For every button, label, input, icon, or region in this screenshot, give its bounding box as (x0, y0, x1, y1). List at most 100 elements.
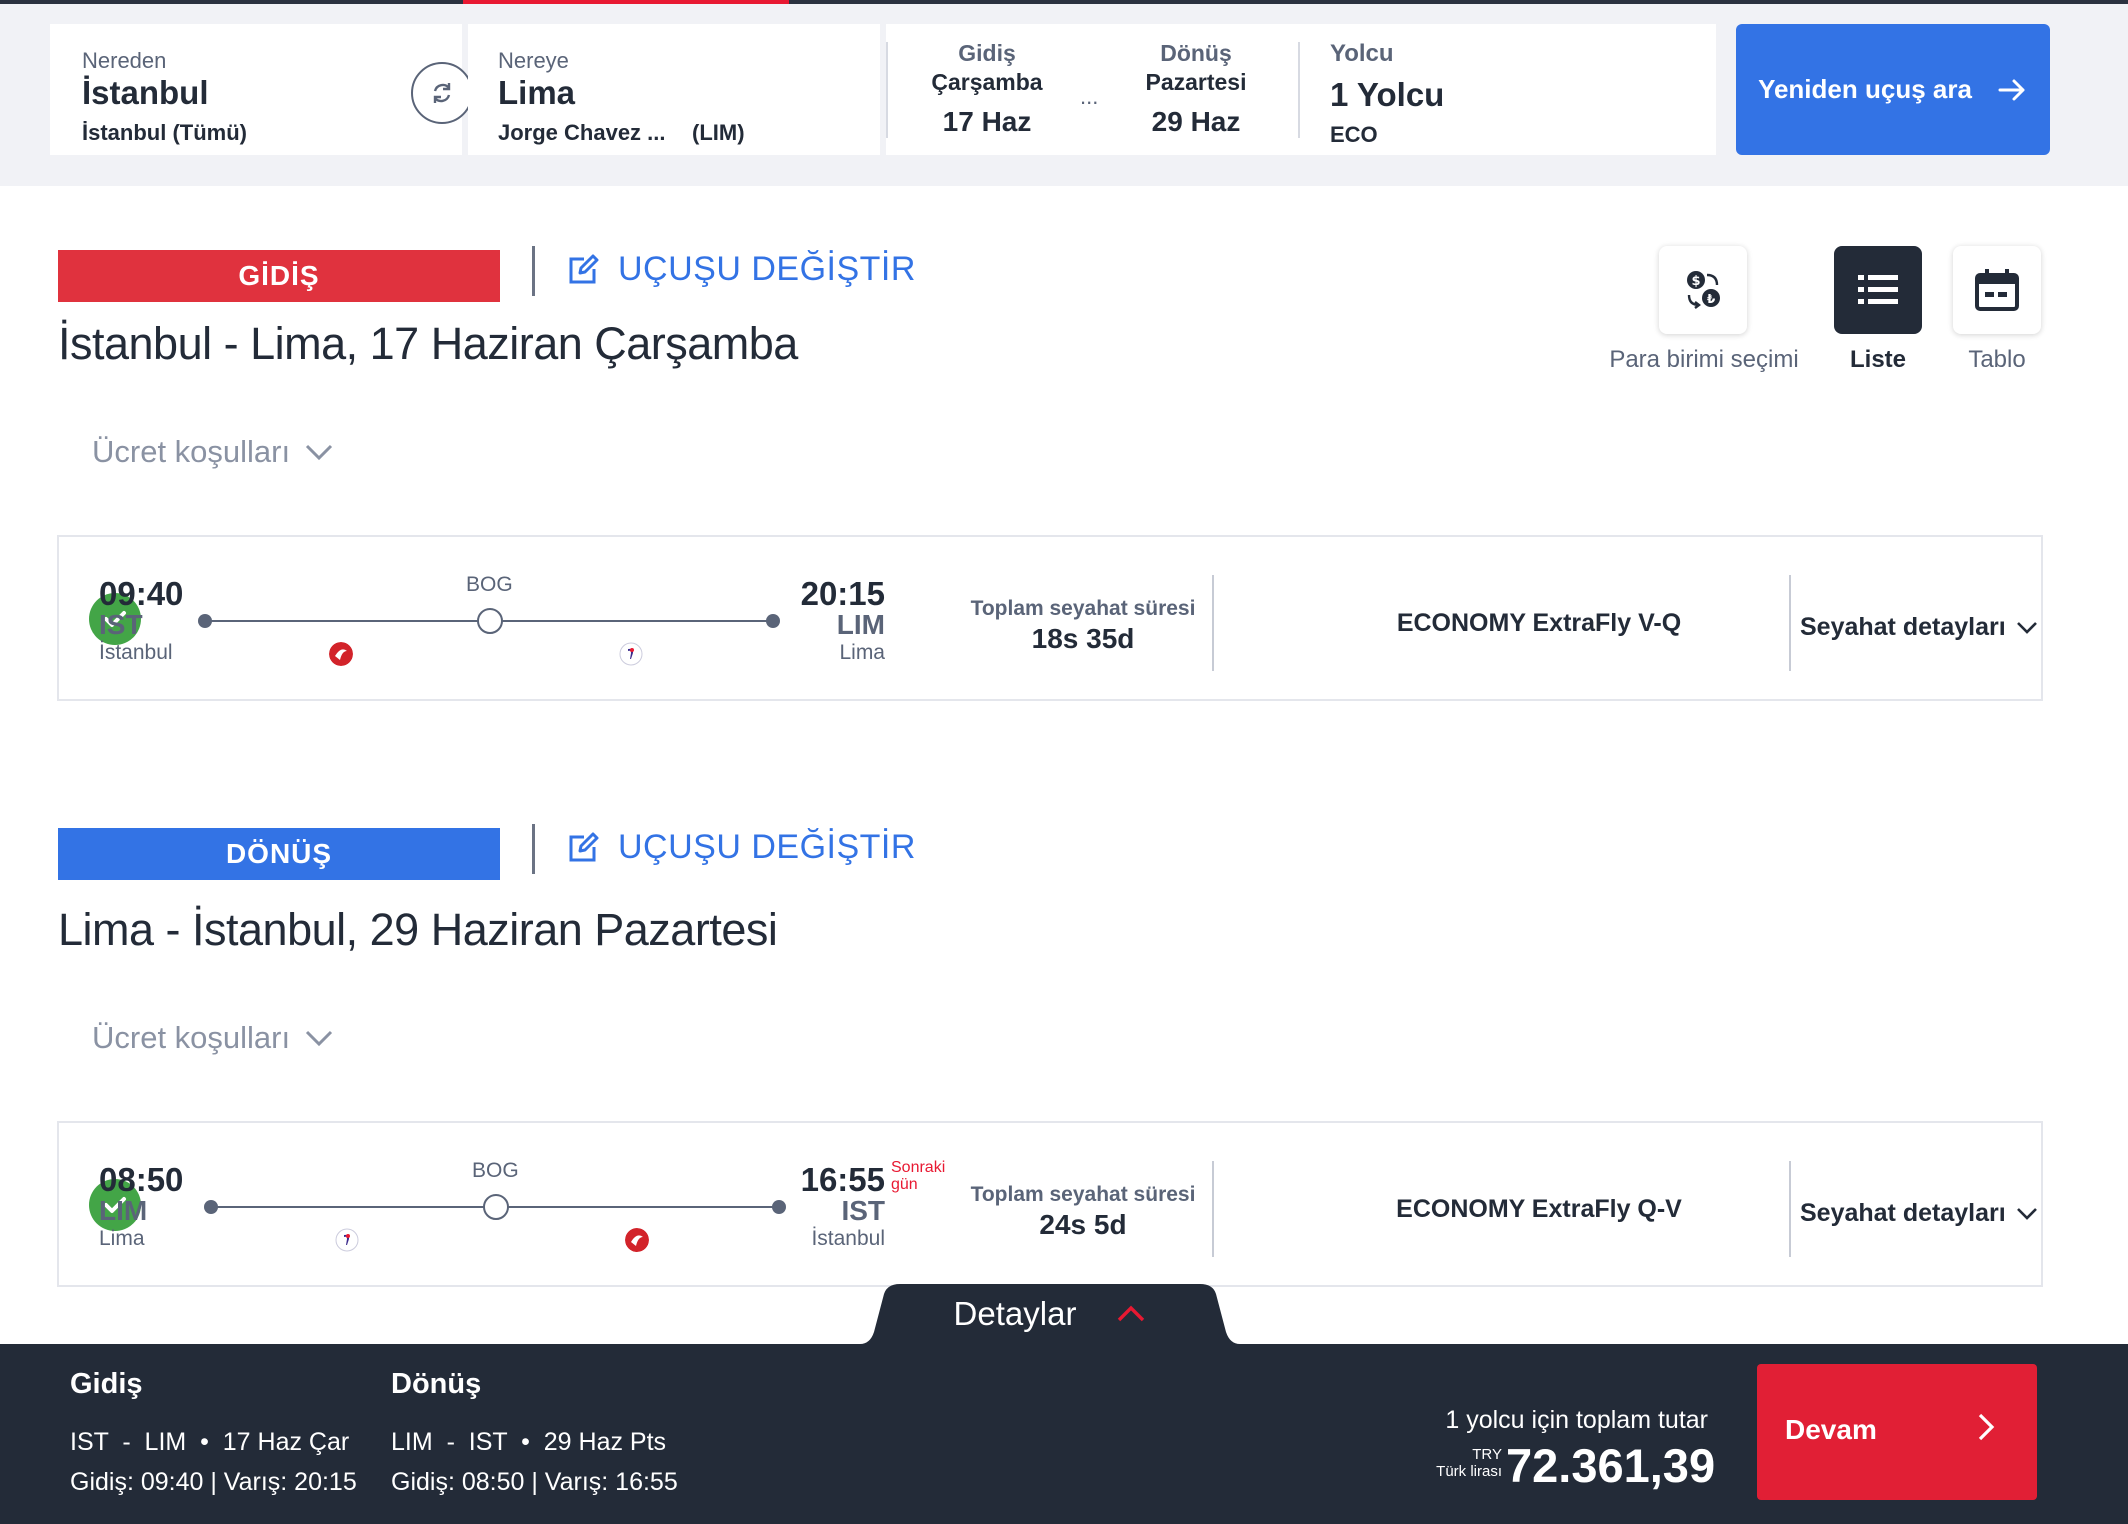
chevron-down-icon (306, 1030, 333, 1047)
search-again-button[interactable]: Yeniden uçuş ara (1736, 24, 2050, 155)
chevron-right-icon (1975, 1410, 1997, 1451)
total-price-label: 1 yolcu için toplam tutar (1445, 1406, 1708, 1434)
from-field[interactable]: Nereden İstanbul İstanbul (Tümü) (50, 24, 462, 155)
outbound-arrival-city: Lima (839, 641, 885, 664)
outbound-travel-details-toggle[interactable]: Seyahat detayları (1800, 613, 2038, 642)
currency-name: Türk lirası (1436, 1463, 1502, 1480)
dates-passenger-field[interactable]: Gidiş Çarşamba 17 Haz ... Dönüş Pazartes… (886, 24, 1716, 155)
from-label: Nereden (82, 48, 167, 73)
departure-date-value: 17 Haz (942, 106, 1032, 137)
table-view-button[interactable] (1953, 246, 2041, 334)
outbound-stop-code: BOG (466, 573, 513, 596)
to-airport-code: (LIM) (692, 120, 745, 145)
latam-airline-logo-icon (619, 642, 643, 666)
currency-exchange-icon: $ ₺ (1687, 271, 1720, 309)
outbound-banner-separator (532, 246, 535, 296)
from-sub: İstanbul (Tümü) (82, 120, 247, 145)
summary-inbound-route: LIM - IST • 29 Haz Pts (391, 1428, 667, 1456)
inbound-banner: DÖNÜŞ (58, 828, 500, 880)
inbound-fare-conditions-label: Ücret koşulları (92, 1020, 291, 1055)
outbound-departure-time: 09:40 (99, 575, 184, 612)
swap-button[interactable] (411, 62, 473, 124)
inbound-duration: 24s 5d (1039, 1209, 1127, 1240)
card-separator (1212, 575, 1214, 671)
card-separator (1789, 1161, 1791, 1257)
turkish-airlines-logo-icon (329, 642, 353, 666)
inbound-stop-code: BOG (472, 1159, 519, 1182)
edit-icon (569, 254, 599, 283)
next-day-indicator: Sonraki gün (891, 1159, 945, 1193)
outbound-arrival-code: LIM (836, 609, 885, 640)
details-tab[interactable]: Detaylar (860, 1284, 1240, 1344)
outbound-arrival-time: 20:15 (800, 575, 885, 612)
outbound-fare-conditions[interactable]: Ücret koşulları (92, 434, 334, 470)
return-day: Pazartesi (1145, 69, 1247, 95)
inbound-departure-code: LIM (99, 1195, 148, 1226)
chevron-down-icon (2016, 621, 2037, 634)
card-separator (1212, 1161, 1214, 1257)
currency-select-button[interactable]: $ ₺ (1659, 246, 1747, 334)
outbound-flight-card[interactable]: 09:40 IST İstanbul BOG 20:15 LIM Lima To… (57, 535, 2043, 701)
to-airport: Jorge Chavez ... (498, 120, 666, 145)
search-again-label: Yeniden uçuş ara (1758, 74, 1972, 104)
continue-button[interactable]: Devam (1757, 1364, 2037, 1500)
booking-summary-bar: Gidiş IST - LIM • 17 Haz Çar Gidiş: 09:4… (0, 1344, 2128, 1524)
inbound-departure-city: Lima (99, 1227, 145, 1250)
outbound-change-flight-link[interactable]: UÇUŞU DEĞİŞTİR (566, 250, 916, 289)
inbound-change-flight-label: UÇUŞU DEĞİŞTİR (618, 828, 916, 866)
outbound-travel-details-label: Seyahat detayları (1800, 613, 2006, 641)
inbound-fare-class: ECONOMY ExtraFly Q-V (1396, 1195, 1682, 1223)
currency-code: TRY (1472, 1446, 1502, 1463)
summary-inbound-heading: Dönüş (391, 1368, 482, 1400)
svg-text:$: $ (1691, 274, 1700, 289)
arrow-right-icon (1998, 79, 2025, 100)
outbound-departure-code: IST (99, 609, 143, 640)
svg-text:₺: ₺ (1707, 292, 1716, 306)
to-field[interactable]: Nereye Lima Jorge Chavez ... (LIM) (468, 24, 880, 155)
inbound-route-title: Lima - İstanbul, 29 Haziran Pazartesi (58, 904, 778, 955)
chevron-down-icon (2016, 1207, 2037, 1220)
inbound-departure-time: 08:50 (99, 1161, 184, 1198)
origin-dot (198, 614, 212, 628)
currency: TRY Türk lirası (1432, 1446, 1502, 1480)
passenger-separator (1298, 42, 1300, 138)
return-date[interactable]: Dönüş Pazartesi 29 Haz (1116, 40, 1276, 138)
stop-dot (477, 608, 503, 634)
inbound-flight-card[interactable]: 08:50 LIM Lima BOG 16:55 Sonraki gün IST… (57, 1121, 2043, 1287)
list-view-button[interactable] (1834, 246, 1922, 334)
inbound-change-flight-link[interactable]: UÇUŞU DEĞİŞTİR (566, 828, 916, 867)
outbound-departure-city: İstanbul (99, 641, 173, 664)
edit-icon (569, 832, 599, 861)
inbound-travel-details-toggle[interactable]: Seyahat detayları (1800, 1199, 2038, 1228)
return-date-label: Dönüş (1160, 40, 1232, 66)
search-summary-bar: Nereden İstanbul İstanbul (Tümü) Nereye … (0, 4, 2128, 186)
date-separator (886, 42, 888, 138)
next-day-line-1: Sonraki (891, 1159, 946, 1176)
passenger-count: 1 Yolcu (1330, 76, 1445, 113)
inbound-travel-details-label: Seyahat detayları (1800, 1199, 2006, 1227)
summary-outbound-times: Gidiş: 09:40 | Varış: 20:15 (70, 1468, 357, 1496)
continue-label: Devam (1785, 1414, 1877, 1445)
departure-date[interactable]: Gidiş Çarşamba 17 Haz (907, 40, 1067, 138)
inbound-arrival-time: 16:55 (800, 1161, 885, 1198)
details-tab-label: Detaylar (953, 1295, 1077, 1332)
next-day-line-2: gün (891, 1176, 918, 1193)
calendar-icon (1975, 269, 2019, 311)
outbound-duration-label: Toplam seyahat süresi (970, 597, 1196, 620)
passenger-label: Yolcu (1330, 40, 1394, 67)
list-icon (1858, 275, 1898, 304)
origin-dot (204, 1200, 218, 1214)
cabin-class: ECO (1330, 122, 1378, 147)
summary-inbound-times: Gidiş: 08:50 | Varış: 16:55 (391, 1468, 678, 1496)
outbound-fare-conditions-label: Ücret koşulları (92, 434, 291, 469)
card-separator (1789, 575, 1791, 671)
outbound-route-title: İstanbul - Lima, 17 Haziran Çarşamba (58, 318, 798, 369)
return-date-value: 29 Haz (1151, 106, 1241, 137)
latam-airline-logo-icon (335, 1228, 359, 1252)
inbound-fare-conditions[interactable]: Ücret koşulları (92, 1020, 334, 1056)
table-view-label: Tablo (1968, 346, 2026, 373)
outbound-fare-class: ECONOMY ExtraFly V-Q (1396, 609, 1682, 637)
stop-dot (483, 1194, 509, 1220)
inbound-arrival-code: IST (841, 1195, 885, 1226)
outbound-banner: GİDİŞ (58, 250, 500, 302)
